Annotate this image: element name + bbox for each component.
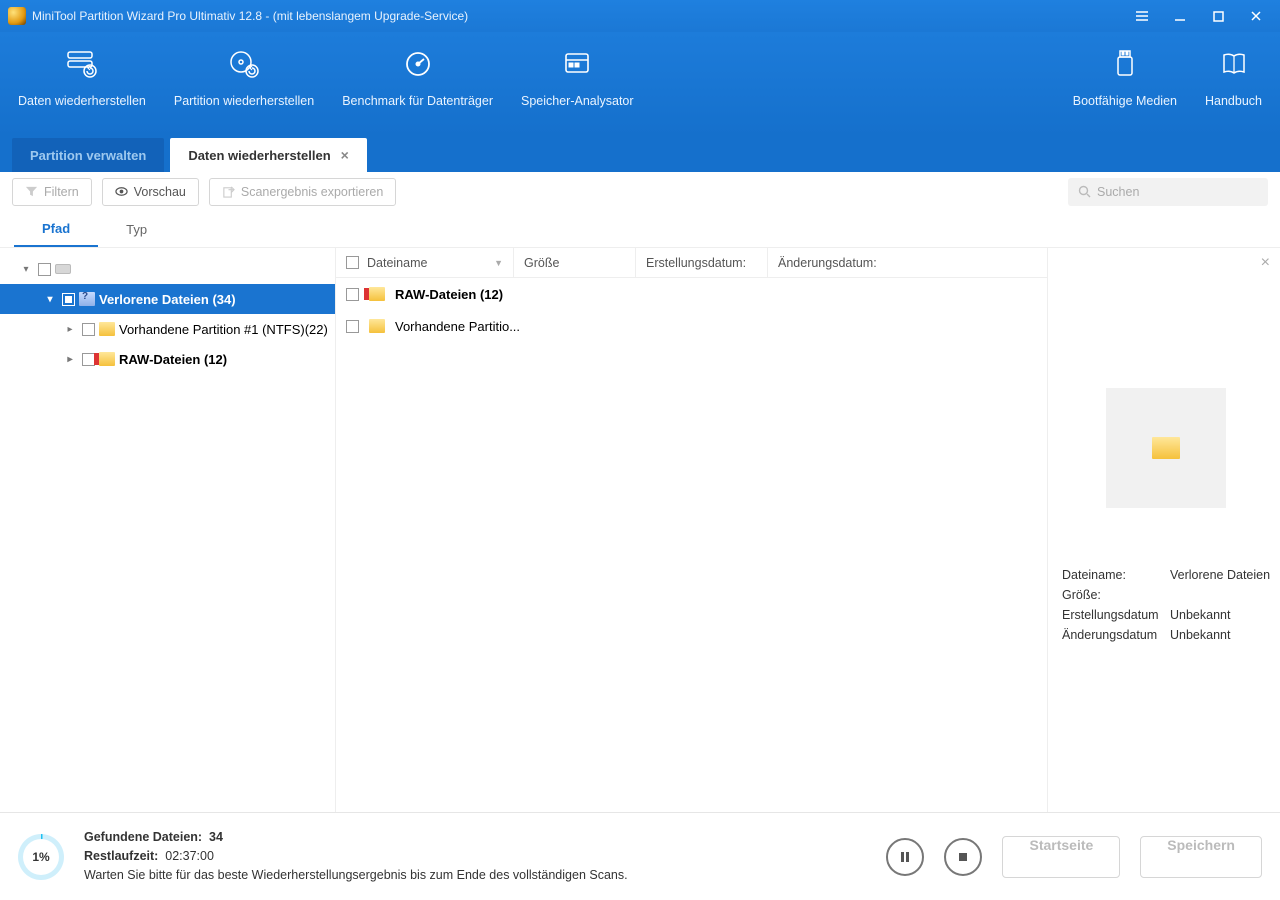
folder-icon bbox=[1152, 437, 1180, 459]
partition-recovery-icon bbox=[226, 46, 262, 82]
usb-icon bbox=[1107, 46, 1143, 82]
tree-pane: ▾ ▾ Verlorene Dateien (34) ▸ Vorhandene … bbox=[0, 248, 336, 812]
footer-info: Gefundene Dateien: 34 Restlaufzeit: 02:3… bbox=[84, 828, 628, 884]
raw-folder-icon bbox=[369, 287, 385, 301]
pv-modified-value: Unbekannt bbox=[1170, 628, 1270, 642]
ribbon-label: Benchmark für Datenträger bbox=[342, 94, 493, 108]
data-recovery-icon bbox=[64, 46, 100, 82]
ribbon-data-recovery[interactable]: Daten wiederherstellen bbox=[4, 42, 160, 108]
pv-created-label: Erstellungsdatum bbox=[1062, 608, 1170, 622]
maximize-button[interactable] bbox=[1202, 4, 1234, 28]
window-title: MiniTool Partition Wizard Pro Ultimativ … bbox=[32, 9, 1126, 23]
book-icon bbox=[1216, 46, 1252, 82]
lost-folder-icon bbox=[79, 292, 95, 306]
folder-icon bbox=[99, 322, 115, 336]
list-header: Dateiname ▼ Größe Erstellungsdatum: Ände… bbox=[336, 248, 1047, 278]
preview-thumbnail bbox=[1106, 388, 1226, 508]
tab-partition-manage[interactable]: Partition verwalten bbox=[12, 138, 164, 172]
drive-icon bbox=[55, 264, 71, 274]
export-icon bbox=[222, 185, 235, 198]
search-input[interactable]: Suchen bbox=[1068, 178, 1268, 206]
sort-desc-icon[interactable]: ▼ bbox=[494, 258, 503, 268]
filter-icon bbox=[25, 185, 38, 198]
pv-created-value: Unbekannt bbox=[1170, 608, 1270, 622]
col-created[interactable]: Erstellungsdatum: bbox=[646, 256, 746, 270]
subtab-type[interactable]: Typ bbox=[98, 212, 175, 247]
chevron-right-icon[interactable]: ▸ bbox=[62, 354, 78, 365]
checkbox[interactable] bbox=[346, 288, 359, 301]
pause-button[interactable] bbox=[886, 838, 924, 876]
tab-data-recovery[interactable]: Daten wiederherstellen × bbox=[170, 138, 367, 172]
ribbon: Daten wiederherstellen Partition wiederh… bbox=[0, 32, 1280, 136]
save-button[interactable]: Speichern bbox=[1140, 836, 1262, 878]
chevron-down-icon[interactable]: ▾ bbox=[18, 264, 34, 275]
ribbon-label: Daten wiederherstellen bbox=[18, 94, 146, 108]
subtab-path[interactable]: Pfad bbox=[14, 212, 98, 247]
folder-icon bbox=[369, 319, 385, 333]
pv-size-label: Größe: bbox=[1062, 588, 1170, 602]
subtabs: Pfad Typ bbox=[0, 212, 1280, 248]
checkbox[interactable] bbox=[82, 323, 95, 336]
ribbon-label: Speicher-Analysator bbox=[521, 94, 634, 108]
pv-size-value bbox=[1170, 588, 1270, 602]
ribbon-bootable-media[interactable]: Bootfähige Medien bbox=[1059, 42, 1191, 108]
stop-button[interactable] bbox=[944, 838, 982, 876]
col-modified[interactable]: Änderungsdatum: bbox=[778, 256, 877, 270]
ribbon-space-analyzer[interactable]: Speicher-Analysator bbox=[507, 42, 648, 108]
title-bar: MiniTool Partition Wizard Pro Ultimativ … bbox=[0, 0, 1280, 32]
checkbox[interactable] bbox=[346, 320, 359, 333]
list-pane: Dateiname ▼ Größe Erstellungsdatum: Ände… bbox=[336, 248, 1048, 812]
export-button[interactable]: Scanergebnis exportieren bbox=[209, 178, 396, 206]
ribbon-label: Handbuch bbox=[1205, 94, 1262, 108]
preview-pane: × Dateiname:Verlorene Dateien Größe: Ers… bbox=[1048, 248, 1280, 812]
hamburger-button[interactable] bbox=[1126, 4, 1158, 28]
col-name[interactable]: Dateiname bbox=[367, 256, 427, 270]
ribbon-partition-recovery[interactable]: Partition wiederherstellen bbox=[160, 42, 328, 108]
footer: 1% Gefundene Dateien: 34 Restlaufzeit: 0… bbox=[0, 812, 1280, 900]
home-button[interactable]: Startseite bbox=[1002, 836, 1120, 878]
checkbox[interactable] bbox=[62, 293, 75, 306]
tree-lost-files[interactable]: ▾ Verlorene Dateien (34) bbox=[0, 284, 335, 314]
tabs-row: Partition verwalten Daten wiederherstell… bbox=[0, 136, 1280, 172]
search-icon bbox=[1078, 185, 1091, 198]
filter-button[interactable]: Filtern bbox=[12, 178, 92, 206]
progress-ring: 1% bbox=[18, 834, 64, 880]
tab-close-icon[interactable]: × bbox=[341, 147, 349, 163]
eye-icon bbox=[115, 185, 128, 198]
pv-name-value: Verlorene Dateien bbox=[1170, 568, 1270, 582]
tree-root[interactable]: ▾ bbox=[0, 254, 335, 284]
close-button[interactable] bbox=[1240, 4, 1272, 28]
main-area: ▾ ▾ Verlorene Dateien (34) ▸ Vorhandene … bbox=[0, 248, 1280, 812]
pv-modified-label: Änderungsdatum bbox=[1062, 628, 1170, 642]
ribbon-manual[interactable]: Handbuch bbox=[1191, 42, 1276, 108]
raw-folder-icon bbox=[99, 352, 115, 366]
toolbar: Filtern Vorschau Scanergebnis exportiere… bbox=[0, 172, 1280, 212]
preview-button[interactable]: Vorschau bbox=[102, 178, 199, 206]
chevron-down-icon[interactable]: ▾ bbox=[42, 294, 58, 305]
list-item[interactable]: RAW-Dateien (12) bbox=[336, 278, 1047, 310]
ribbon-benchmark[interactable]: Benchmark für Datenträger bbox=[328, 42, 507, 108]
checkbox[interactable] bbox=[38, 263, 51, 276]
ribbon-label: Bootfähige Medien bbox=[1073, 94, 1177, 108]
app-logo-icon bbox=[8, 7, 26, 25]
pv-name-label: Dateiname: bbox=[1062, 568, 1170, 582]
col-size[interactable]: Größe bbox=[524, 256, 559, 270]
checkbox-all[interactable] bbox=[346, 256, 359, 269]
ribbon-label: Partition wiederherstellen bbox=[174, 94, 314, 108]
preview-close-icon[interactable]: × bbox=[1261, 254, 1270, 272]
tree-raw-files[interactable]: ▸ RAW-Dateien (12) bbox=[0, 344, 335, 374]
tree-existing-partition[interactable]: ▸ Vorhandene Partition #1 (NTFS)(22) bbox=[0, 314, 335, 344]
chevron-right-icon[interactable]: ▸ bbox=[62, 324, 78, 335]
minimize-button[interactable] bbox=[1164, 4, 1196, 28]
benchmark-icon bbox=[400, 46, 436, 82]
space-analyzer-icon bbox=[559, 46, 595, 82]
list-item[interactable]: Vorhandene Partitio... bbox=[336, 310, 1047, 342]
